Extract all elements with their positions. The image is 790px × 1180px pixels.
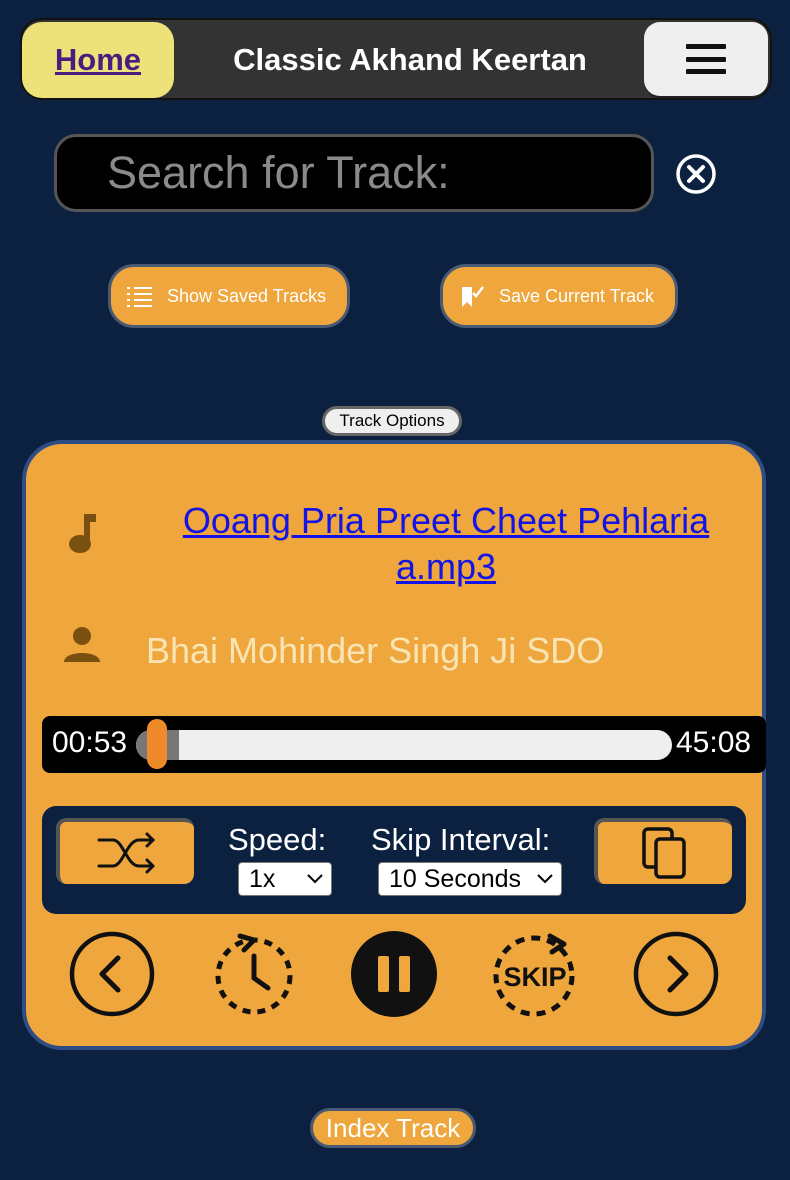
close-circle-icon [676, 154, 716, 194]
chevron-down-icon [537, 874, 553, 884]
bookmark-check-icon [462, 286, 484, 307]
speed-value: 1x [249, 864, 276, 893]
shuffle-button[interactable] [56, 818, 194, 884]
speed-select[interactable]: 1x [238, 862, 332, 896]
app-title: Classic Akhand Keertan [233, 42, 587, 77]
skip-interval-value: 10 Seconds [389, 864, 522, 893]
clear-search-button[interactable] [674, 152, 718, 196]
speed-label: Speed: [228, 822, 327, 857]
track-title-link[interactable]: Ooang Pria Preet Cheet Pehlaria a.mp3 [140, 498, 752, 590]
skip-interval-label: Skip Interval: [371, 822, 551, 857]
svg-text:SKIP: SKIP [503, 962, 566, 992]
music-note-icon [69, 514, 96, 553]
list-icon [127, 287, 152, 307]
rewind-button[interactable] [210, 930, 298, 1018]
search-input[interactable] [54, 134, 654, 212]
track-options-toggle[interactable]: Track Options [322, 406, 462, 436]
artist-name: Bhai Mohinder Singh Ji SDO [146, 630, 605, 671]
shuffle-icon [97, 832, 155, 874]
history-icon [215, 933, 293, 1015]
copy-icon [642, 827, 686, 879]
show-saved-tracks-label: Show Saved Tracks [167, 285, 327, 306]
menu-button[interactable] [644, 22, 768, 96]
previous-track-button[interactable] [68, 930, 156, 1018]
pause-button[interactable] [350, 930, 438, 1018]
copy-link-button[interactable] [594, 818, 732, 884]
next-track-button[interactable] [632, 930, 720, 1018]
save-current-track-button[interactable]: Save Current Track [440, 264, 678, 328]
home-button[interactable]: Home [22, 22, 174, 98]
save-current-track-label: Save Current Track [499, 285, 655, 306]
hamburger-menu-icon [686, 44, 726, 74]
seek-thumb[interactable] [147, 719, 167, 769]
show-saved-tracks-button[interactable]: Show Saved Tracks [108, 264, 350, 328]
skip-forward-button[interactable]: SKIP [484, 930, 588, 1018]
skip-icon: SKIP [493, 933, 575, 1017]
current-time: 00:53 [52, 726, 128, 759]
person-icon [64, 627, 100, 662]
seek-bar[interactable] [136, 730, 672, 760]
chevron-down-icon [307, 874, 323, 884]
skip-interval-select[interactable]: 10 Seconds [378, 862, 562, 896]
total-time: 45:08 [676, 726, 752, 759]
index-track-button[interactable]: Index Track [310, 1108, 476, 1148]
